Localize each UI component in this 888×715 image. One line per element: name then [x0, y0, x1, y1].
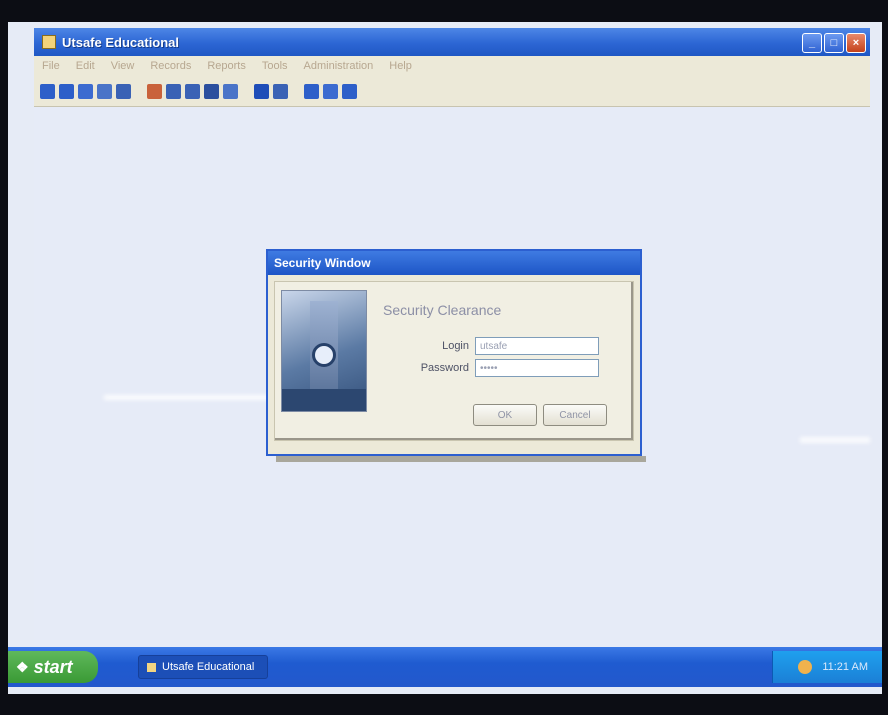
- help-icon[interactable]: [273, 83, 288, 99]
- security-heading: Security Clearance: [383, 302, 502, 318]
- app-icon: [42, 35, 56, 49]
- menu-records[interactable]: Records: [142, 60, 199, 72]
- screen-glare: [104, 395, 284, 400]
- print-icon[interactable]: [204, 83, 219, 99]
- tray-status-icon[interactable]: [798, 660, 813, 674]
- app-icon: [147, 662, 156, 672]
- taskbar: ❖ start Utsafe Educational 11:21 AM: [8, 647, 882, 687]
- menu-reports[interactable]: Reports: [199, 60, 254, 72]
- app-title: Utsafe Educational: [62, 34, 180, 50]
- dialog-body: Security Clearance Login Password OK Can…: [274, 281, 634, 441]
- search-icon[interactable]: [116, 83, 131, 99]
- taskbar-app-label: Utsafe Educational: [162, 661, 255, 673]
- close-button[interactable]: ×: [846, 33, 866, 53]
- users-icon[interactable]: [166, 83, 181, 99]
- start-button[interactable]: ❖ start: [8, 651, 98, 683]
- exit-icon[interactable]: [342, 83, 357, 99]
- taskbar-app-button[interactable]: Utsafe Educational: [138, 655, 268, 679]
- screen-glare: [800, 437, 870, 443]
- clock-face-icon: [312, 343, 336, 367]
- start-label: start: [33, 656, 73, 677]
- chart-icon[interactable]: [223, 83, 238, 99]
- password-label: Password: [420, 362, 469, 374]
- menu-edit[interactable]: Edit: [68, 60, 103, 72]
- dialog-shadow: [276, 456, 646, 462]
- system-tray: 11:21 AM: [772, 651, 882, 683]
- menu-administration[interactable]: Administration: [296, 60, 382, 72]
- new-icon[interactable]: [40, 83, 55, 99]
- login-input[interactable]: [475, 337, 599, 355]
- app-titlebar[interactable]: Utsafe Educational _ □ ×: [34, 28, 870, 56]
- open-icon[interactable]: [59, 83, 74, 99]
- ok-button[interactable]: OK: [473, 404, 537, 426]
- edit-icon[interactable]: [97, 83, 112, 99]
- menu-tools[interactable]: Tools: [254, 60, 296, 72]
- menu-file[interactable]: File: [34, 60, 68, 72]
- building-base: [282, 389, 366, 411]
- monitor-screen: Utsafe Educational _ □ × File Edit View …: [8, 22, 882, 694]
- tray-clock: 11:21 AM: [822, 661, 868, 673]
- tools-icon[interactable]: [304, 83, 319, 99]
- records-icon[interactable]: [147, 83, 162, 99]
- menu-view[interactable]: View: [103, 60, 143, 72]
- clock-tower-image: [281, 290, 367, 412]
- maximize-button[interactable]: □: [824, 33, 844, 53]
- menu-bar: File Edit View Records Reports Tools Adm…: [34, 56, 870, 76]
- windows-logo-icon: ❖: [16, 658, 29, 675]
- menu-help[interactable]: Help: [381, 60, 420, 72]
- dialog-titlebar[interactable]: Security Window: [268, 251, 640, 275]
- login-label: Login: [442, 340, 469, 352]
- window-controls: _ □ ×: [802, 33, 866, 53]
- password-input[interactable]: [475, 359, 599, 377]
- minimize-button[interactable]: _: [802, 33, 822, 53]
- settings-icon[interactable]: [254, 83, 269, 99]
- dialog-title: Security Window: [274, 256, 371, 270]
- cancel-button[interactable]: Cancel: [543, 404, 607, 426]
- security-dialog: Security Window Security Clearance Login…: [266, 249, 642, 456]
- reports-icon[interactable]: [185, 83, 200, 99]
- info-icon[interactable]: [323, 83, 338, 99]
- toolbar: [34, 76, 870, 107]
- save-icon[interactable]: [78, 83, 93, 99]
